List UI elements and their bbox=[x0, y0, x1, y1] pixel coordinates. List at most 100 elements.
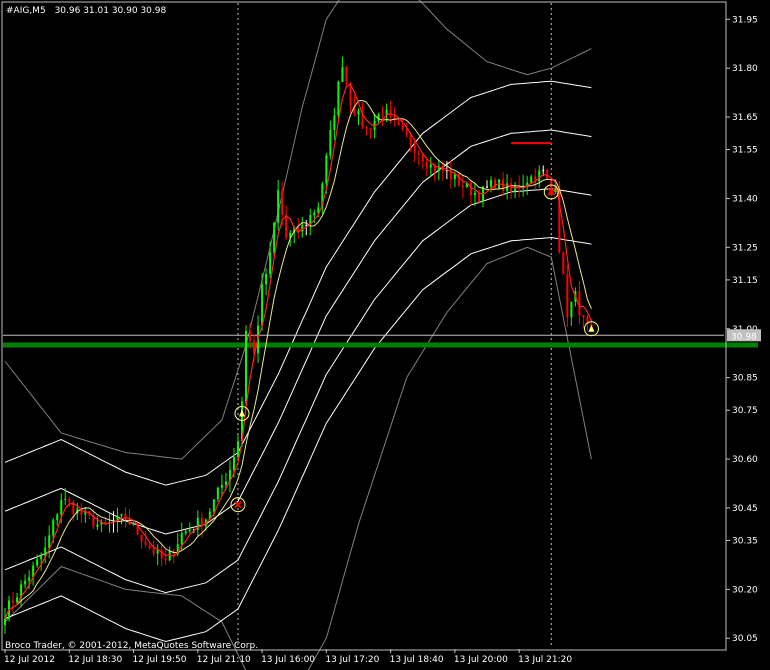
candle-body bbox=[333, 115, 336, 131]
candle-body bbox=[4, 618, 7, 626]
candle-body bbox=[357, 110, 360, 115]
candle-body bbox=[469, 182, 472, 196]
candle-body bbox=[405, 128, 408, 135]
y-tick-label: 31.40 bbox=[732, 194, 758, 204]
x-tick-label: 12 Jul 18:30 bbox=[68, 655, 122, 665]
candle-body bbox=[413, 145, 416, 153]
candle-body bbox=[132, 523, 135, 525]
price-chart[interactable]: 31.9531.8031.6531.5531.4031.2531.1531.00… bbox=[0, 0, 770, 670]
candle-body bbox=[429, 164, 432, 168]
candle-body bbox=[494, 179, 497, 189]
y-tick-label: 31.25 bbox=[732, 243, 758, 253]
candle-body bbox=[345, 67, 348, 83]
candle-body bbox=[277, 190, 280, 223]
candle-body bbox=[220, 484, 223, 488]
candle-body bbox=[425, 161, 428, 168]
candle-body bbox=[184, 531, 187, 534]
candle-body bbox=[562, 252, 565, 275]
x-tick-label: 13 Jul 21:20 bbox=[518, 655, 572, 665]
candle-body bbox=[401, 125, 404, 129]
candle-body bbox=[180, 533, 183, 545]
y-tick-label: 31.80 bbox=[732, 64, 758, 74]
x-tick-label: 13 Jul 17:20 bbox=[325, 655, 379, 665]
candle-body bbox=[224, 481, 227, 485]
x-tick-label: 12 Jul 19:50 bbox=[133, 655, 187, 665]
y-tick-label: 30.75 bbox=[732, 406, 758, 416]
candle-body bbox=[281, 190, 284, 215]
candle-body bbox=[144, 541, 147, 545]
candle-body bbox=[16, 597, 19, 603]
candle-body bbox=[212, 499, 215, 512]
candle-body bbox=[538, 170, 541, 182]
candle-body bbox=[261, 284, 264, 326]
candle-body bbox=[216, 487, 219, 500]
candle-body bbox=[64, 498, 67, 500]
candle-body bbox=[530, 176, 533, 183]
candle-body bbox=[329, 130, 332, 156]
candle-body bbox=[381, 114, 384, 116]
candle-body bbox=[28, 577, 31, 581]
y-tick-label: 31.15 bbox=[732, 276, 758, 286]
y-tick-label: 31.95 bbox=[732, 15, 758, 25]
x-tick-label: 12 Jul 21:10 bbox=[197, 655, 251, 665]
candle-body bbox=[40, 555, 43, 560]
candle-body bbox=[486, 186, 489, 188]
y-tick-label: 30.45 bbox=[732, 504, 758, 514]
candle-body bbox=[52, 520, 55, 536]
candle-body bbox=[510, 183, 513, 192]
candle-body bbox=[56, 514, 59, 521]
candle-body bbox=[269, 252, 272, 274]
candle-body bbox=[566, 274, 569, 318]
y-tick-label: 31.65 bbox=[732, 113, 758, 123]
candle-body bbox=[24, 580, 27, 585]
candle-body bbox=[168, 551, 171, 561]
candle-body bbox=[124, 514, 127, 520]
candle-body bbox=[164, 558, 167, 561]
candle-body bbox=[140, 534, 143, 542]
candle-body bbox=[48, 535, 51, 548]
current-price-label: 30.98 bbox=[731, 332, 757, 342]
x-tick-label: 13 Jul 16:00 bbox=[261, 655, 315, 665]
candle-body bbox=[582, 315, 585, 318]
y-tick-label: 31.55 bbox=[732, 146, 758, 156]
candle-body bbox=[12, 600, 15, 603]
candle-body bbox=[120, 514, 123, 516]
symbol-label: #AIG,M5 bbox=[6, 6, 46, 16]
candle-body bbox=[490, 179, 493, 187]
candle-body bbox=[369, 128, 372, 130]
candle-body bbox=[245, 330, 248, 402]
candle-body bbox=[570, 301, 573, 318]
candle-body bbox=[305, 225, 308, 227]
candle-body bbox=[273, 222, 276, 253]
candle-body bbox=[477, 192, 480, 202]
ohlc-values: 30.96 31.01 30.90 30.98 bbox=[55, 6, 167, 16]
candle-body bbox=[68, 498, 71, 503]
candle-body bbox=[397, 120, 400, 126]
y-tick-label: 30.35 bbox=[732, 537, 758, 547]
copyright-footer: Broco Trader, © 2001-2012, MetaQuotes So… bbox=[5, 641, 258, 651]
candle-body bbox=[341, 67, 344, 82]
candle-body bbox=[36, 559, 39, 566]
candle-body bbox=[152, 547, 155, 554]
candle-body bbox=[104, 521, 107, 524]
candle-body bbox=[236, 441, 239, 457]
candle-body bbox=[232, 456, 235, 471]
candle-body bbox=[365, 127, 368, 129]
candle-body bbox=[417, 152, 420, 155]
y-tick-label: 30.20 bbox=[732, 585, 758, 595]
candle-body bbox=[148, 544, 151, 548]
x-tick-label: 13 Jul 18:40 bbox=[390, 655, 444, 665]
candle-body bbox=[96, 524, 99, 527]
candle-body bbox=[313, 212, 316, 216]
candle-body bbox=[160, 549, 163, 559]
candle-body bbox=[542, 169, 545, 171]
candle-body bbox=[188, 529, 191, 532]
x-tick-label: 13 Jul 20:00 bbox=[454, 655, 508, 665]
candle-body bbox=[421, 154, 424, 162]
x-tick-label: 12 Jul 2012 bbox=[4, 655, 55, 665]
candle-body bbox=[249, 330, 252, 342]
candle-body bbox=[285, 214, 288, 238]
candle-body bbox=[60, 499, 63, 515]
chart-header: #AIG,M5 30.96 31.01 30.90 30.98 bbox=[6, 6, 166, 16]
y-tick-label: 30.85 bbox=[732, 374, 758, 384]
